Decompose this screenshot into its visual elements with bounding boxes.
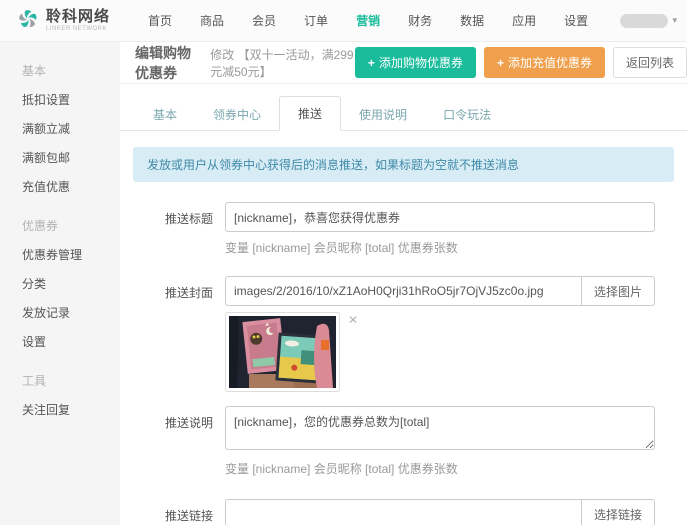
page-header: 编辑购物优惠券 修改 【双十一活动，满299元减50元】 +添加购物优惠券 +添… xyxy=(120,42,687,84)
tab-coupon-center[interactable]: 领券中心 xyxy=(195,98,279,131)
choose-link-button[interactable]: 选择链接 xyxy=(581,499,655,525)
user-menu[interactable]: ▾ xyxy=(620,14,677,28)
nav-item-members[interactable]: 会员 xyxy=(238,12,290,29)
push-cover-label: 推送封面 xyxy=(135,276,225,392)
brand-subtitle: LINKER NETWORK xyxy=(46,26,110,32)
add-shop-coupon-button[interactable]: +添加购物优惠券 xyxy=(355,47,476,78)
top-bar: 聆科网络 LINKER NETWORK 首页 商品 会员 订单 营销 财务 数据… xyxy=(0,0,687,42)
sidebar-item-deduction-settings[interactable]: 抵扣设置 xyxy=(0,85,120,114)
choose-image-button[interactable]: 选择图片 xyxy=(581,276,655,306)
tab-basic[interactable]: 基本 xyxy=(135,98,195,131)
add-recharge-coupon-button[interactable]: +添加充值优惠券 xyxy=(484,47,605,78)
sidebar-item-full-reduction[interactable]: 满额立减 xyxy=(0,114,120,143)
nav-item-data[interactable]: 数据 xyxy=(446,12,498,29)
pinwheel-logo-icon xyxy=(16,7,40,34)
push-desc-helper: 变量 [nickname] 会员昵称 [total] 优惠券张数 xyxy=(225,460,655,477)
plus-icon: + xyxy=(497,56,504,70)
brand-logo: 聆科网络 LINKER NETWORK xyxy=(16,7,134,34)
plus-icon: + xyxy=(368,56,375,70)
info-alert: 发放或用户从领券中心获得后的消息推送，如果标题为空就不推送消息 xyxy=(133,147,674,182)
push-desc-label: 推送说明 xyxy=(135,406,225,491)
nav-item-home[interactable]: 首页 xyxy=(134,12,186,29)
push-title-helper: 变量 [nickname] 会员昵称 [total] 优惠券张数 xyxy=(225,239,655,256)
sidebar-item-recharge-offer[interactable]: 充值优惠 xyxy=(0,172,120,201)
page-title: 编辑购物优惠券 xyxy=(135,43,204,83)
sidebar-item-free-shipping[interactable]: 满额包邮 xyxy=(0,143,120,172)
remove-cover-icon[interactable]: ✕ xyxy=(348,314,358,326)
brand-name: 聆科网络 xyxy=(46,9,110,24)
page-subtitle: 修改 【双十一活动，满299元减50元】 xyxy=(210,46,355,80)
tab-password-play[interactable]: 口令玩法 xyxy=(425,98,509,131)
sidebar-item-issue-records[interactable]: 发放记录 xyxy=(0,298,120,327)
nav-item-apps[interactable]: 应用 xyxy=(498,12,550,29)
tab-usage-instructions[interactable]: 使用说明 xyxy=(341,98,425,131)
sidebar-item-settings[interactable]: 设置 xyxy=(0,327,120,356)
push-link-label: 推送链接 xyxy=(135,499,225,525)
sidebar-section-coupon: 优惠券 xyxy=(0,211,120,240)
nav-item-settings[interactable]: 设置 xyxy=(550,12,602,29)
tab-push[interactable]: 推送 xyxy=(279,96,341,131)
top-nav: 首页 商品 会员 订单 营销 财务 数据 应用 设置 xyxy=(134,12,602,29)
push-settings-form: 推送标题 变量 [nickname] 会员昵称 [total] 优惠券张数 推送… xyxy=(120,202,687,525)
sidebar-section-basic: 基本 xyxy=(0,56,120,85)
sidebar: 基本 抵扣设置 满额立减 满额包邮 充值优惠 优惠券 优惠券管理 分类 发放记录… xyxy=(0,42,120,525)
push-desc-textarea[interactable]: [nickname]，您的优惠券总数为[total] xyxy=(225,406,655,450)
sidebar-item-categories[interactable]: 分类 xyxy=(0,269,120,298)
nav-item-marketing[interactable]: 营销 xyxy=(342,12,394,29)
sidebar-item-follow-reply[interactable]: 关注回复 xyxy=(0,395,120,424)
main-content: 编辑购物优惠券 修改 【双十一活动，满299元减50元】 +添加购物优惠券 +添… xyxy=(120,42,687,525)
sidebar-item-coupon-management[interactable]: 优惠券管理 xyxy=(0,240,120,269)
cover-preview-thumbnail xyxy=(225,312,340,392)
push-title-input[interactable] xyxy=(225,202,655,232)
push-cover-input[interactable] xyxy=(225,276,581,306)
chevron-down-icon: ▾ xyxy=(672,15,677,26)
nav-item-orders[interactable]: 订单 xyxy=(290,12,342,29)
push-link-input[interactable] xyxy=(225,499,581,525)
back-to-list-button-top[interactable]: 返回列表 xyxy=(613,47,687,78)
nav-item-finance[interactable]: 财务 xyxy=(394,12,446,29)
tab-bar: 基本 领券中心 推送 使用说明 口令玩法 xyxy=(120,84,687,131)
nav-item-products[interactable]: 商品 xyxy=(186,12,238,29)
app-window: 聆科网络 LINKER NETWORK 首页 商品 会员 订单 营销 财务 数据… xyxy=(0,0,687,525)
user-avatar xyxy=(620,14,668,28)
sidebar-section-tools: 工具 xyxy=(0,366,120,395)
cover-preview-image xyxy=(229,316,336,388)
push-title-label: 推送标题 xyxy=(135,202,225,270)
